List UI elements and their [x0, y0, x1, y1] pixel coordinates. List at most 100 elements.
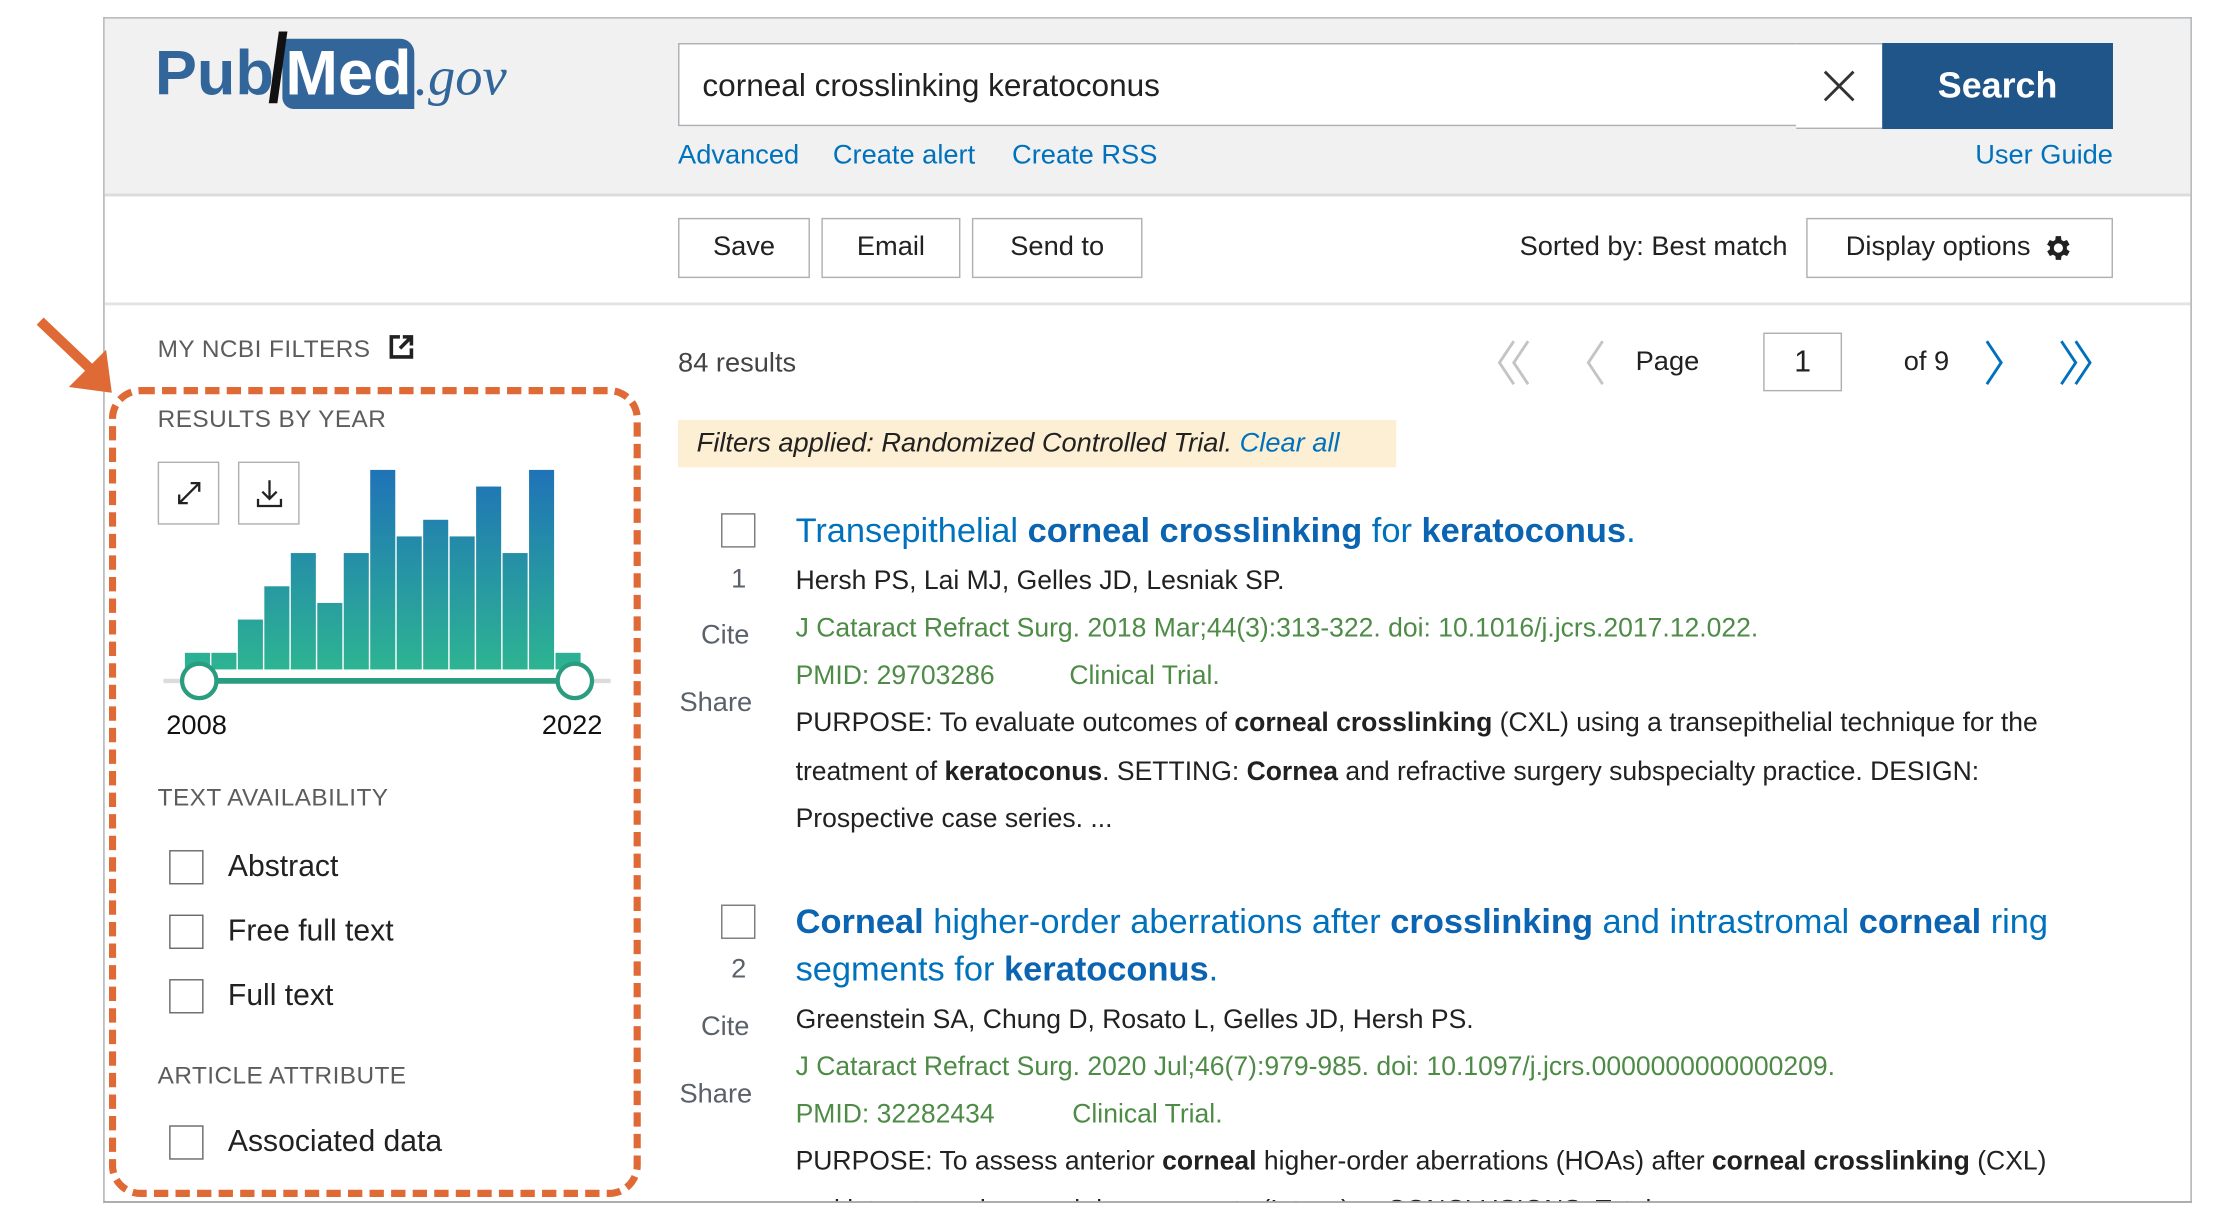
page-total: of 9	[1903, 346, 1950, 378]
email-button[interactable]: Email	[821, 217, 961, 279]
abstract-checkbox[interactable]	[169, 850, 204, 885]
logo-pub: Pub	[154, 38, 274, 109]
logo-med: Med	[282, 38, 415, 109]
year-bar-2009[interactable]	[211, 652, 237, 670]
year-bar-2010[interactable]	[237, 619, 263, 670]
gear-icon	[2047, 236, 2071, 260]
range-end-year: 2022	[541, 711, 603, 742]
results-by-year-heading: RESULTS BY YEAR	[157, 405, 387, 433]
filters-applied-text: Filters applied: Randomized Controlled T…	[696, 428, 1233, 459]
text-segment: .	[1208, 950, 1219, 990]
year-bar-2021[interactable]	[529, 469, 555, 670]
cite-button[interactable]: Cite	[701, 1012, 749, 1044]
year-bar-2011[interactable]	[264, 586, 290, 670]
close-icon	[1823, 70, 1855, 102]
result-pmid: PMID: 32282434	[795, 1098, 995, 1129]
year-bar-2015[interactable]	[370, 469, 396, 670]
next-page-icon[interactable]	[1981, 338, 2010, 387]
year-bar-2012[interactable]	[290, 553, 316, 670]
year-bar-2014[interactable]	[343, 553, 369, 670]
highlighted-term: Corneal	[795, 903, 924, 942]
create-rss-link[interactable]: Create RSS	[1012, 140, 1157, 172]
article-attribute-heading: ARTICLE ATTRIBUTE	[157, 1062, 407, 1090]
result-number: 2	[731, 954, 747, 985]
result-authors: Greenstein SA, Chung D, Rosato L, Gelles…	[795, 1003, 1474, 1034]
text-segment: higher-order aberrations (HOAs) after	[1256, 1145, 1712, 1176]
search-button[interactable]: Search	[1882, 43, 2113, 130]
page-number-input[interactable]: 1	[1763, 332, 1843, 392]
highlighted-term: corneal	[1858, 903, 1982, 942]
create-alert-link[interactable]: Create alert	[833, 140, 975, 172]
text-availability-heading: TEXT AVAILABILITY	[157, 784, 389, 812]
text-segment: higher-order aberrations after	[923, 903, 1391, 942]
filter-label: Associated data	[227, 1125, 443, 1159]
my-ncbi-filters-link[interactable]: MY NCBI FILTERS	[158, 334, 415, 364]
my-ncbi-filters-label: MY NCBI FILTERS	[157, 335, 371, 363]
filter-free-full-text[interactable]: Free full text	[169, 914, 394, 949]
text-segment: Transepithelial	[795, 511, 1028, 551]
highlighted-term: crosslinking	[1390, 903, 1593, 942]
search-input[interactable]: corneal crosslinking keratoconus	[678, 43, 1797, 127]
results-by-year-chart[interactable]	[158, 459, 631, 710]
viewport-bottom-edge	[103, 1201, 2192, 1231]
result-abstract: PURPOSE: To assess anterior corneal high…	[795, 1137, 2086, 1201]
external-link-icon	[390, 335, 414, 359]
filter-abstract[interactable]: Abstract	[169, 850, 339, 885]
filter-associated-data[interactable]: Associated data	[169, 1125, 443, 1160]
highlighted-term: keratoconus	[1421, 511, 1627, 551]
highlighted-term: corneal crosslinking	[1711, 1145, 1970, 1176]
year-bar-2016[interactable]	[396, 536, 422, 670]
advanced-link[interactable]: Advanced	[678, 140, 799, 172]
logo-gov: .gov	[414, 47, 507, 108]
highlighted-term: Cornea	[1246, 754, 1338, 785]
result-authors: Hersh PS, Lai MJ, Gelles JD, Lesniak SP.	[795, 564, 1285, 595]
last-page-icon[interactable]	[2056, 338, 2099, 387]
clear-search-button[interactable]	[1796, 43, 1883, 130]
result-checkbox[interactable]	[721, 513, 756, 548]
display-options-label: Display options	[1845, 232, 2031, 263]
user-guide-link[interactable]: User Guide	[1975, 140, 2113, 172]
previous-page-icon[interactable]	[1580, 338, 1609, 387]
free-full-text-checkbox[interactable]	[169, 914, 204, 949]
result-title-link[interactable]: Corneal higher-order aberrations after c…	[796, 899, 2086, 994]
pubmed-logo[interactable]: Pub Med.gov	[154, 31, 507, 111]
year-bar-2013[interactable]	[317, 602, 343, 670]
display-options-button[interactable]: Display options	[1806, 217, 2113, 279]
filter-label: Abstract	[227, 850, 339, 884]
results-count: 84 results	[678, 348, 797, 379]
first-page-icon[interactable]	[1494, 338, 1537, 387]
clear-all-link[interactable]: Clear all	[1240, 429, 1340, 459]
share-button[interactable]: Share	[679, 1079, 752, 1111]
associated-data-checkbox[interactable]	[169, 1125, 204, 1160]
year-bar-2018[interactable]	[449, 536, 475, 670]
slider-handle-end[interactable]	[555, 661, 595, 701]
year-bar-2019[interactable]	[476, 486, 502, 670]
highlighted-term: corneal crosslinking	[1234, 706, 1493, 737]
result-number: 1	[731, 564, 747, 595]
result-journal: J Cataract Refract Surg. 2018 Mar;44(3):…	[795, 612, 1759, 643]
share-button[interactable]: Share	[679, 688, 752, 720]
save-button[interactable]: Save	[678, 217, 810, 279]
result-type: Clinical Trial.	[1069, 659, 1220, 690]
text-segment: for	[1362, 511, 1422, 551]
result-title-link[interactable]: Transepithelial corneal crosslinking for…	[796, 507, 2086, 554]
text-segment: and intrastromal	[1592, 903, 1859, 942]
filter-label: Full text	[227, 979, 334, 1013]
year-bar-2020[interactable]	[502, 553, 528, 670]
result-abstract-clip: PURPOSE: To assess anterior corneal high…	[795, 1137, 2115, 1201]
slider-handle-start[interactable]	[179, 661, 219, 701]
page-label: Page	[1635, 346, 1700, 378]
result-type: Clinical Trial.	[1072, 1098, 1223, 1129]
year-bar-2017[interactable]	[423, 519, 449, 670]
result-checkbox[interactable]	[721, 904, 756, 939]
send-to-button[interactable]: Send to	[971, 217, 1143, 279]
filters-applied-banner: Filters applied: Randomized Controlled T…	[678, 420, 1397, 468]
text-segment: PURPOSE: To assess anterior	[795, 1145, 1163, 1176]
highlighted-term: keratoconus	[944, 754, 1103, 785]
highlighted-term: corneal crosslinking	[1027, 511, 1363, 551]
cite-button[interactable]: Cite	[701, 621, 749, 653]
text-segment: PURPOSE: To evaluate outcomes of	[795, 706, 1235, 737]
result-pmid: PMID: 29703286	[795, 659, 995, 690]
full-text-checkbox[interactable]	[169, 979, 204, 1014]
filter-full-text[interactable]: Full text	[169, 979, 334, 1014]
